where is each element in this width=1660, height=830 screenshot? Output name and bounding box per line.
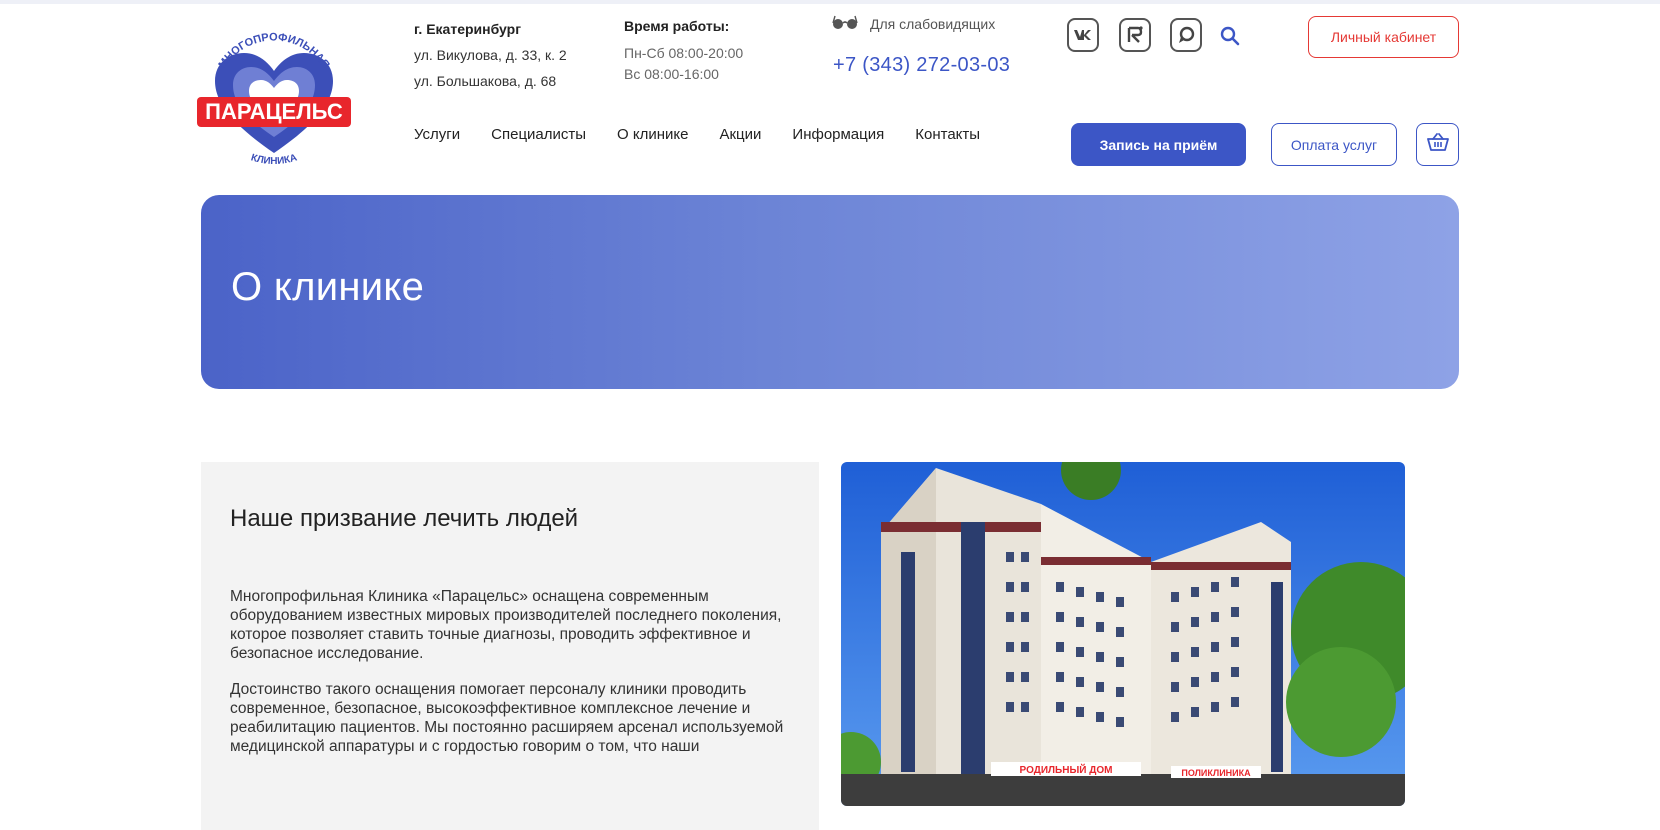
rutube-icon[interactable] [1119, 18, 1151, 52]
section-title: Наше призвание лечить людей [230, 505, 579, 532]
address-block: г. Екатеринбург ул. Викулова, д. 33, к. … [414, 16, 567, 94]
hours-sunday: Вс 08:00-16:00 [624, 66, 719, 82]
section-paragraph-2: Достоинство такого оснащения помогает пе… [230, 681, 784, 755]
svg-text:КЛИНИКА: КЛИНИКА [250, 152, 299, 167]
nav-item-promotions[interactable]: Акции [719, 126, 761, 143]
book-appointment-button[interactable]: Запись на приём [1071, 123, 1246, 166]
logo-name: ПАРАЦЕЛЬС [205, 99, 343, 124]
main-nav: Услуги Специалисты О клинике Акции Инфор… [414, 126, 1011, 143]
address-2[interactable]: ул. Большакова, д. 68 [414, 68, 567, 94]
hours-title: Время работы: [624, 18, 730, 34]
logo-bottom-text: КЛИНИКА [250, 152, 299, 167]
clinic-logo[interactable]: ПАРАЦЕЛЬС МНОГОПРОФИЛЬНАЯ КЛИНИКА [197, 25, 351, 177]
nav-item-contacts[interactable]: Контакты [915, 126, 980, 143]
section-paragraph-1: Многопрофильная Клиника «Парацельс» осна… [230, 588, 782, 662]
page-hero-banner: О клинике [201, 195, 1459, 389]
nav-item-about[interactable]: О клинике [617, 126, 688, 143]
nav-item-services[interactable]: Услуги [414, 126, 460, 143]
pay-services-button[interactable]: Оплата услуг [1271, 123, 1397, 166]
phone-link[interactable]: +7 (343) 272-03-03 [833, 54, 1010, 77]
working-hours: Время работы: Пн-Сб 08:00-20:00 Вс 08:00… [624, 16, 743, 85]
vk-icon[interactable] [1067, 18, 1099, 52]
mission-card: Наше призвание лечить людей Многопрофиль… [201, 462, 819, 830]
city: г. Екатеринбург [414, 21, 522, 37]
personal-account-button[interactable]: Личный кабинет [1308, 16, 1459, 58]
low-vision-label: Для слабовидящих [870, 15, 996, 32]
address-1[interactable]: ул. Викулова, д. 33, к. 2 [414, 42, 567, 68]
low-vision-toggle[interactable]: Для слабовидящих [832, 14, 995, 33]
nav-item-specialists[interactable]: Специалисты [491, 126, 586, 143]
cart-button[interactable] [1416, 123, 1459, 166]
hours-weekdays: Пн-Сб 08:00-20:00 [624, 45, 744, 61]
clinic-building-photo: РОДИЛЬНЫЙ ДОМ ПОЛИКЛИНИКА [841, 462, 1405, 806]
top-strip [0, 0, 1660, 4]
sign-polyclinic: ПОЛИКЛИНИКА [1181, 768, 1251, 778]
search-icon[interactable] [1218, 24, 1242, 48]
basket-icon [1426, 133, 1449, 156]
page-title: О клинике [231, 265, 425, 309]
nav-item-info[interactable]: Информация [792, 126, 884, 143]
sign-maternity: РОДИЛЬНЫЙ ДОМ [1020, 763, 1113, 776]
chat-icon[interactable] [1170, 18, 1202, 52]
glasses-icon [832, 14, 858, 33]
